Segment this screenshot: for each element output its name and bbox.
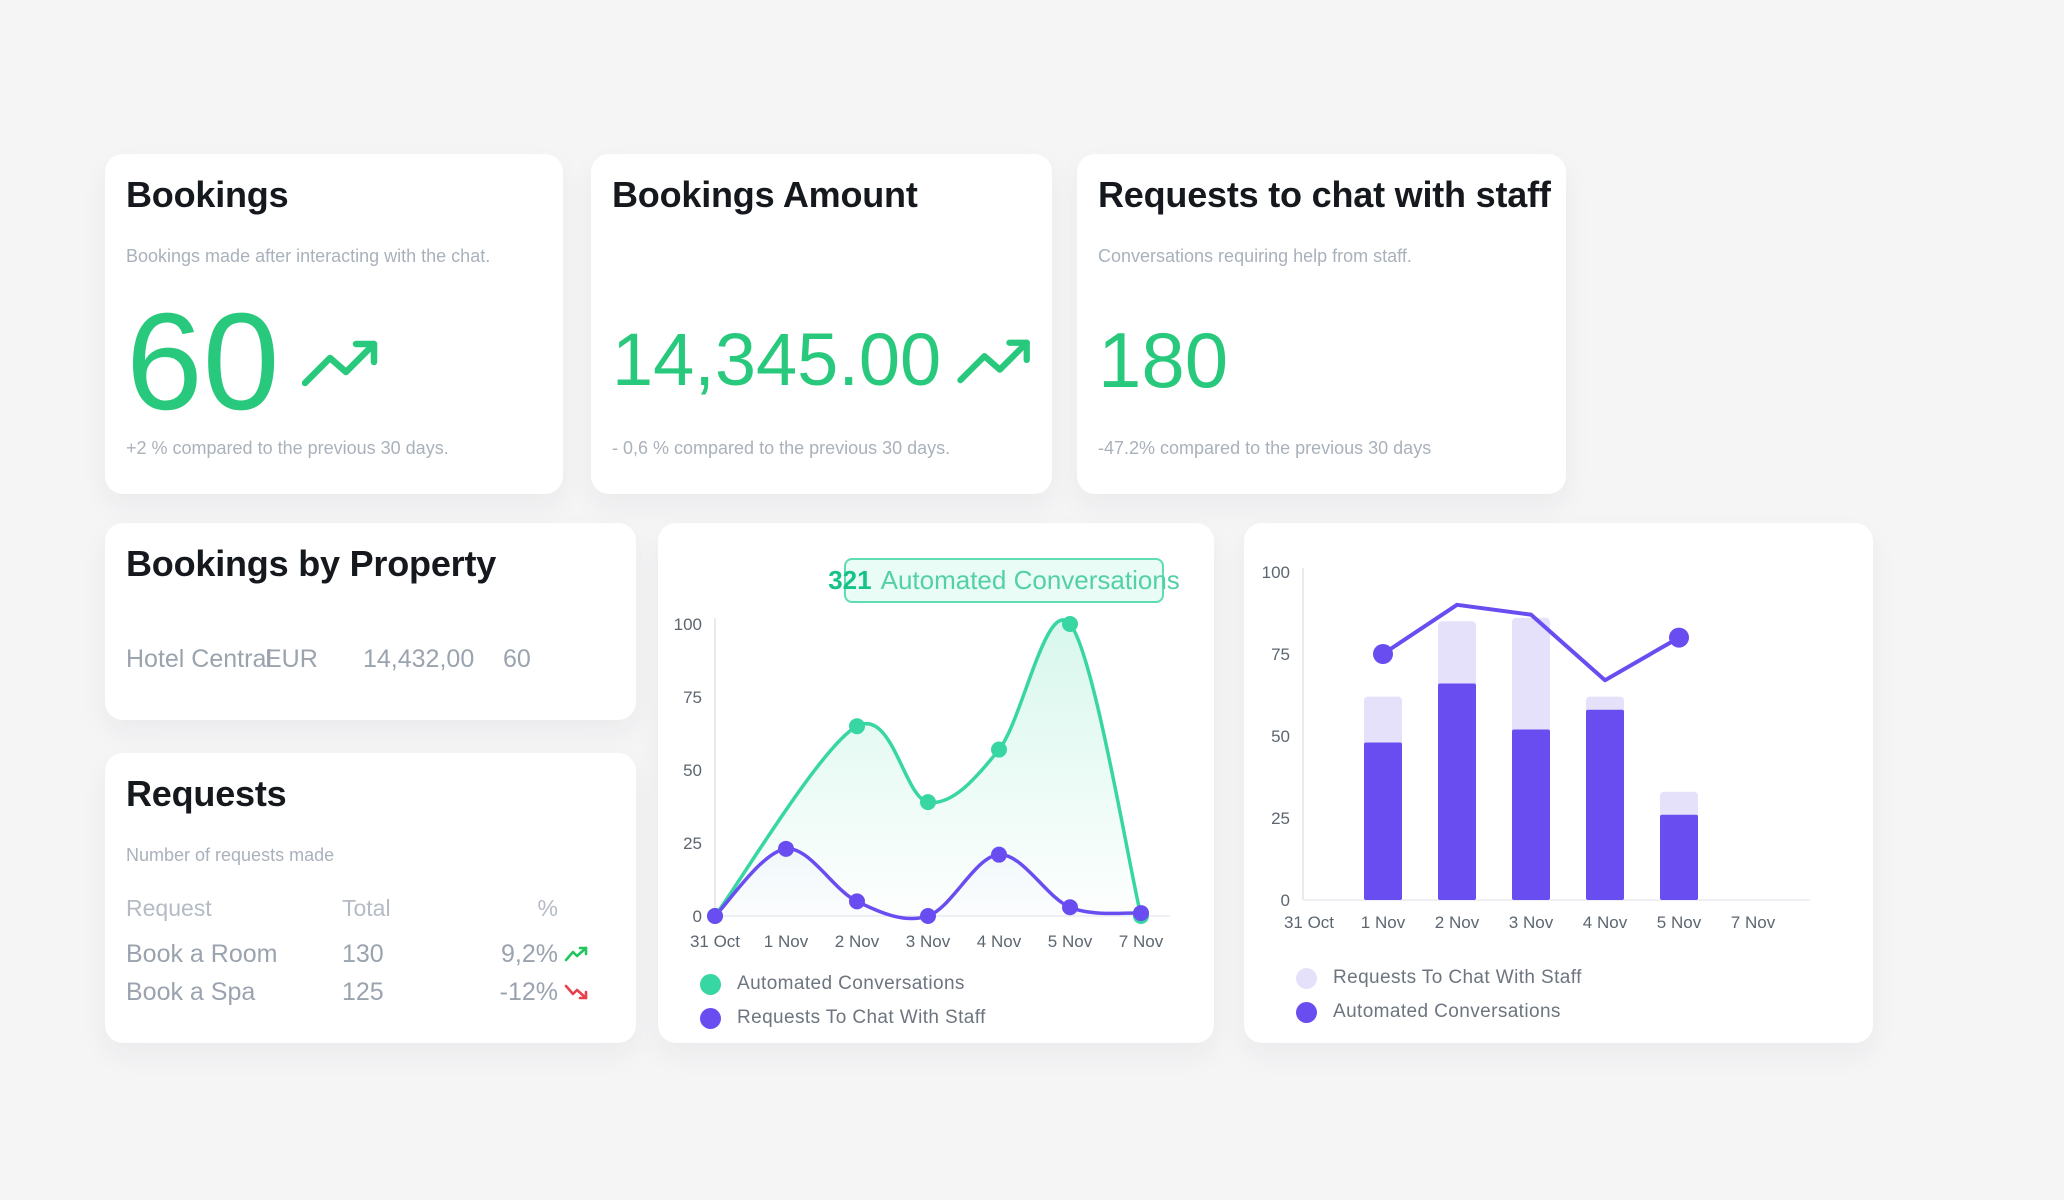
svg-text:3 Nov: 3 Nov — [1509, 913, 1554, 932]
svg-text:25: 25 — [1271, 809, 1290, 828]
legend-item-automated-conversations[interactable]: Automated Conversations — [700, 973, 986, 995]
col-percent: % — [457, 895, 558, 922]
svg-text:25: 25 — [683, 834, 702, 853]
line-chart-svg: 0 25 50 75 100 31 Oct 1 Nov 2 Nov 3 Nov 4 Nov 5 No… — [658, 523, 1214, 1043]
svg-text:5 Nov: 5 Nov — [1048, 932, 1093, 951]
svg-text:50: 50 — [1271, 727, 1290, 746]
dashboard-page: { "page": { "background": "#f5f5f6" }, "… — [0, 0, 2064, 1200]
property-name: Hotel Central — [126, 643, 272, 675]
stat-value-row: 60 — [126, 300, 380, 424]
bookings-amount-value: 14,345.00 — [612, 323, 941, 397]
svg-text:7 Nov: 7 Nov — [1119, 932, 1164, 951]
legend-item-requests-to-chat[interactable]: Requests To Chat With Staff — [700, 1007, 986, 1029]
trend-up-icon — [957, 335, 1033, 385]
svg-text:75: 75 — [1271, 645, 1290, 664]
legend-label: Automated Conversations — [737, 973, 965, 995]
card-title: Requests — [126, 773, 286, 815]
stat-value-row: 14,345.00 — [612, 322, 1033, 398]
request-name: Book a Room — [126, 940, 342, 969]
trend-icon — [558, 945, 588, 963]
bookings-count-value: 60 — [126, 293, 280, 431]
svg-text:4 Nov: 4 Nov — [1583, 913, 1628, 932]
request-total: 125 — [342, 978, 457, 1007]
legend-label: Automated Conversations — [1333, 1001, 1561, 1023]
property-amount: 14,432,00 — [363, 643, 474, 675]
table-row: Book a Room 130 9,2% — [126, 939, 596, 969]
card-title: Bookings — [126, 174, 288, 216]
stat-footer: -47.2% compared to the previous 30 days — [1098, 438, 1431, 459]
stat-value-row: 180 — [1098, 322, 1228, 398]
card-subtitle: Number of requests made — [126, 845, 334, 866]
request-total: 130 — [342, 940, 457, 969]
svg-text:100: 100 — [1262, 563, 1290, 582]
stat-footer: - 0,6 % compared to the previous 30 days… — [612, 438, 950, 459]
requests-chat-value: 180 — [1098, 321, 1228, 399]
legend-item-requests-to-chat[interactable]: Requests To Chat With Staff — [1296, 967, 1582, 989]
property-currency: EUR — [265, 643, 318, 675]
conversations-line-chart-card: 321 Automated Conversations 025507510031… — [658, 523, 1214, 1043]
svg-text:31 Oct: 31 Oct — [1284, 913, 1334, 932]
svg-text:0: 0 — [1281, 891, 1290, 910]
requests-chat-stat-card: Requests to chat with staff Conversation… — [1077, 154, 1566, 494]
card-subtitle: Conversations requiring help from staff. — [1098, 246, 1412, 267]
trend-up-icon — [302, 336, 380, 388]
bookings-stat-card: Bookings Bookings made after interacting… — [105, 154, 563, 494]
request-percent: 9,2% — [457, 940, 558, 969]
bookings-by-property-card: Bookings by Property Hotel Central EUR 1… — [105, 523, 636, 720]
lavender-dot-icon — [1296, 968, 1317, 989]
legend-label: Requests To Chat With Staff — [1333, 967, 1582, 989]
requests-card: Requests Number of requests made Request… — [105, 753, 636, 1043]
svg-text:31 Oct: 31 Oct — [690, 932, 740, 951]
col-request: Request — [126, 895, 342, 922]
purple-dot-icon — [700, 1008, 721, 1029]
request-percent: -12% — [457, 978, 558, 1007]
card-subtitle: Bookings made after interacting with the… — [126, 246, 490, 267]
svg-text:100: 100 — [674, 615, 702, 634]
svg-text:2 Nov: 2 Nov — [1435, 913, 1480, 932]
svg-text:5 Nov: 5 Nov — [1657, 913, 1702, 932]
table-row: Book a Spa 125 -12% — [126, 977, 596, 1007]
purple-dot-icon — [1296, 1002, 1317, 1023]
table-header-row: Request Total % — [126, 893, 596, 923]
svg-text:1 Nov: 1 Nov — [764, 932, 809, 951]
card-title: Bookings Amount — [612, 174, 918, 216]
svg-text:7 Nov: 7 Nov — [1731, 913, 1776, 932]
legend-item-automated-conversations[interactable]: Automated Conversations — [1296, 1001, 1582, 1023]
card-title: Bookings by Property — [126, 543, 496, 585]
card-title: Requests to chat with staff — [1098, 174, 1551, 216]
conversations-bar-chart-card: 0 25 50 75 100 31 Oct 1 Nov 2 Nov 3 Nov 4 Nov 5 No… — [1244, 523, 1873, 1043]
property-bookings: 60 — [503, 643, 531, 675]
bar-chart-legend: Requests To Chat With Staff Automated Co… — [1296, 967, 1582, 1023]
svg-text:3 Nov: 3 Nov — [906, 932, 951, 951]
green-dot-icon — [700, 974, 721, 995]
property-row: Hotel Central EUR 14,432,00 60 — [105, 643, 636, 675]
bar-chart-svg: 0 25 50 75 100 31 Oct 1 Nov 2 Nov 3 Nov 4 Nov 5 No… — [1244, 523, 1873, 1043]
request-name: Book a Spa — [126, 978, 342, 1007]
line-chart-legend: Automated Conversations Requests To Chat… — [700, 973, 986, 1029]
trend-icon — [558, 983, 588, 1001]
svg-text:2 Nov: 2 Nov — [835, 932, 880, 951]
svg-text:75: 75 — [683, 688, 702, 707]
svg-text:4 Nov: 4 Nov — [977, 932, 1022, 951]
legend-label: Requests To Chat With Staff — [737, 1007, 986, 1029]
stat-footer: +2 % compared to the previous 30 days. — [126, 438, 449, 459]
svg-text:1 Nov: 1 Nov — [1361, 913, 1406, 932]
col-total: Total — [342, 895, 457, 922]
bookings-amount-stat-card: Bookings Amount 14,345.00 - 0,6 % compar… — [591, 154, 1052, 494]
svg-text:0: 0 — [693, 907, 702, 926]
svg-text:50: 50 — [683, 761, 702, 780]
